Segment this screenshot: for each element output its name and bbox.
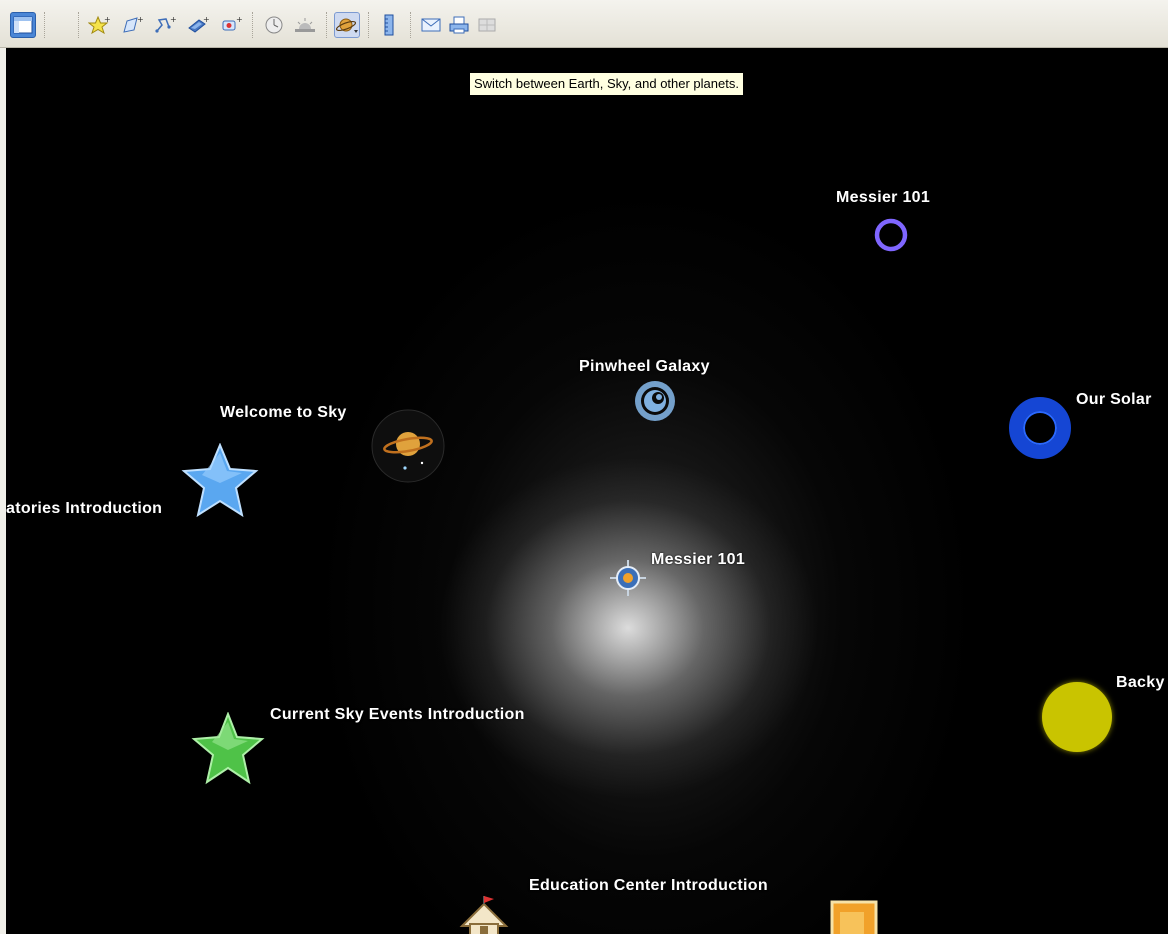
maps-icon <box>477 16 497 34</box>
placemark-label-our-solar[interactable]: Our Solar <box>1076 391 1152 409</box>
toolbar: + + + + + <box>0 0 1168 48</box>
clock-icon <box>264 15 284 35</box>
add-path-button[interactable]: + <box>152 12 178 38</box>
placemark-pushpin-icon: + <box>88 15 110 35</box>
sidebar-icon <box>13 16 33 34</box>
sunlight-icon <box>294 15 316 35</box>
ruler-icon <box>382 14 396 36</box>
toolbar-separator <box>410 12 412 38</box>
saturn-planet-icon[interactable] <box>370 408 446 484</box>
placemark-label-messier-101-center[interactable]: Messier 101 <box>651 551 745 569</box>
toolbar-separator <box>44 12 46 38</box>
placemark-label-pinwheel-galaxy[interactable]: Pinwheel Galaxy <box>579 358 710 376</box>
svg-text:+: + <box>170 15 176 24</box>
view-in-maps-button[interactable] <box>474 12 500 38</box>
email-button[interactable] <box>418 12 444 38</box>
house-icon[interactable] <box>458 896 512 934</box>
historical-imagery-button[interactable] <box>261 12 287 38</box>
target-crosshair-icon[interactable] <box>608 558 648 598</box>
sidebar-toggle-button[interactable] <box>10 12 36 38</box>
placemark-label-current-sky-events[interactable]: Current Sky Events Introduction <box>270 706 525 724</box>
print-button[interactable] <box>446 12 472 38</box>
email-icon <box>420 16 442 34</box>
placemark-label-observatories-introduction[interactable]: atories Introduction <box>6 500 162 518</box>
toolbar-separator <box>252 12 254 38</box>
record-tour-button[interactable]: + <box>218 12 244 38</box>
record-tour-icon: + <box>220 15 242 35</box>
orange-square-icon[interactable] <box>830 900 880 934</box>
blue-star-icon[interactable] <box>180 443 260 519</box>
placemark-label-education-center[interactable]: Education Center Introduction <box>529 877 768 895</box>
placemark-label-backyard[interactable]: Backy <box>1116 674 1165 692</box>
ruler-button[interactable] <box>376 12 402 38</box>
path-icon: + <box>154 15 176 35</box>
planet-switch-tooltip: Switch between Earth, Sky, and other pla… <box>469 72 744 96</box>
add-polygon-button[interactable]: + <box>119 12 145 38</box>
print-icon <box>448 15 470 35</box>
toolbar-separator <box>326 12 328 38</box>
polygon-icon: + <box>121 15 143 35</box>
messier-ring-icon[interactable] <box>872 216 910 254</box>
svg-text:+: + <box>137 15 143 24</box>
placemark-label-welcome-to-sky[interactable]: Welcome to Sky <box>220 404 347 422</box>
green-star-icon[interactable] <box>190 712 266 786</box>
solar-system-ring-icon[interactable] <box>1006 394 1074 462</box>
add-placemark-button[interactable]: + <box>86 12 112 38</box>
sunlight-button[interactable] <box>292 12 318 38</box>
switch-planet-button[interactable] <box>334 12 360 38</box>
svg-text:+: + <box>104 15 110 24</box>
svg-text:+: + <box>236 15 242 24</box>
add-image-overlay-button[interactable]: + <box>185 12 211 38</box>
placemark-label-messier-101-top[interactable]: Messier 101 <box>836 189 930 207</box>
toolbar-separator <box>368 12 370 38</box>
sky-view[interactable]: Messier 101 Pinwheel Galaxy Our Solar We… <box>6 48 1168 934</box>
galaxy-icon[interactable] <box>632 378 678 424</box>
toolbar-separator <box>78 12 80 38</box>
svg-text:+: + <box>203 15 209 24</box>
planet-icon <box>335 15 359 35</box>
backyard-disc-icon[interactable] <box>1042 682 1112 752</box>
image-overlay-icon: + <box>187 15 209 35</box>
